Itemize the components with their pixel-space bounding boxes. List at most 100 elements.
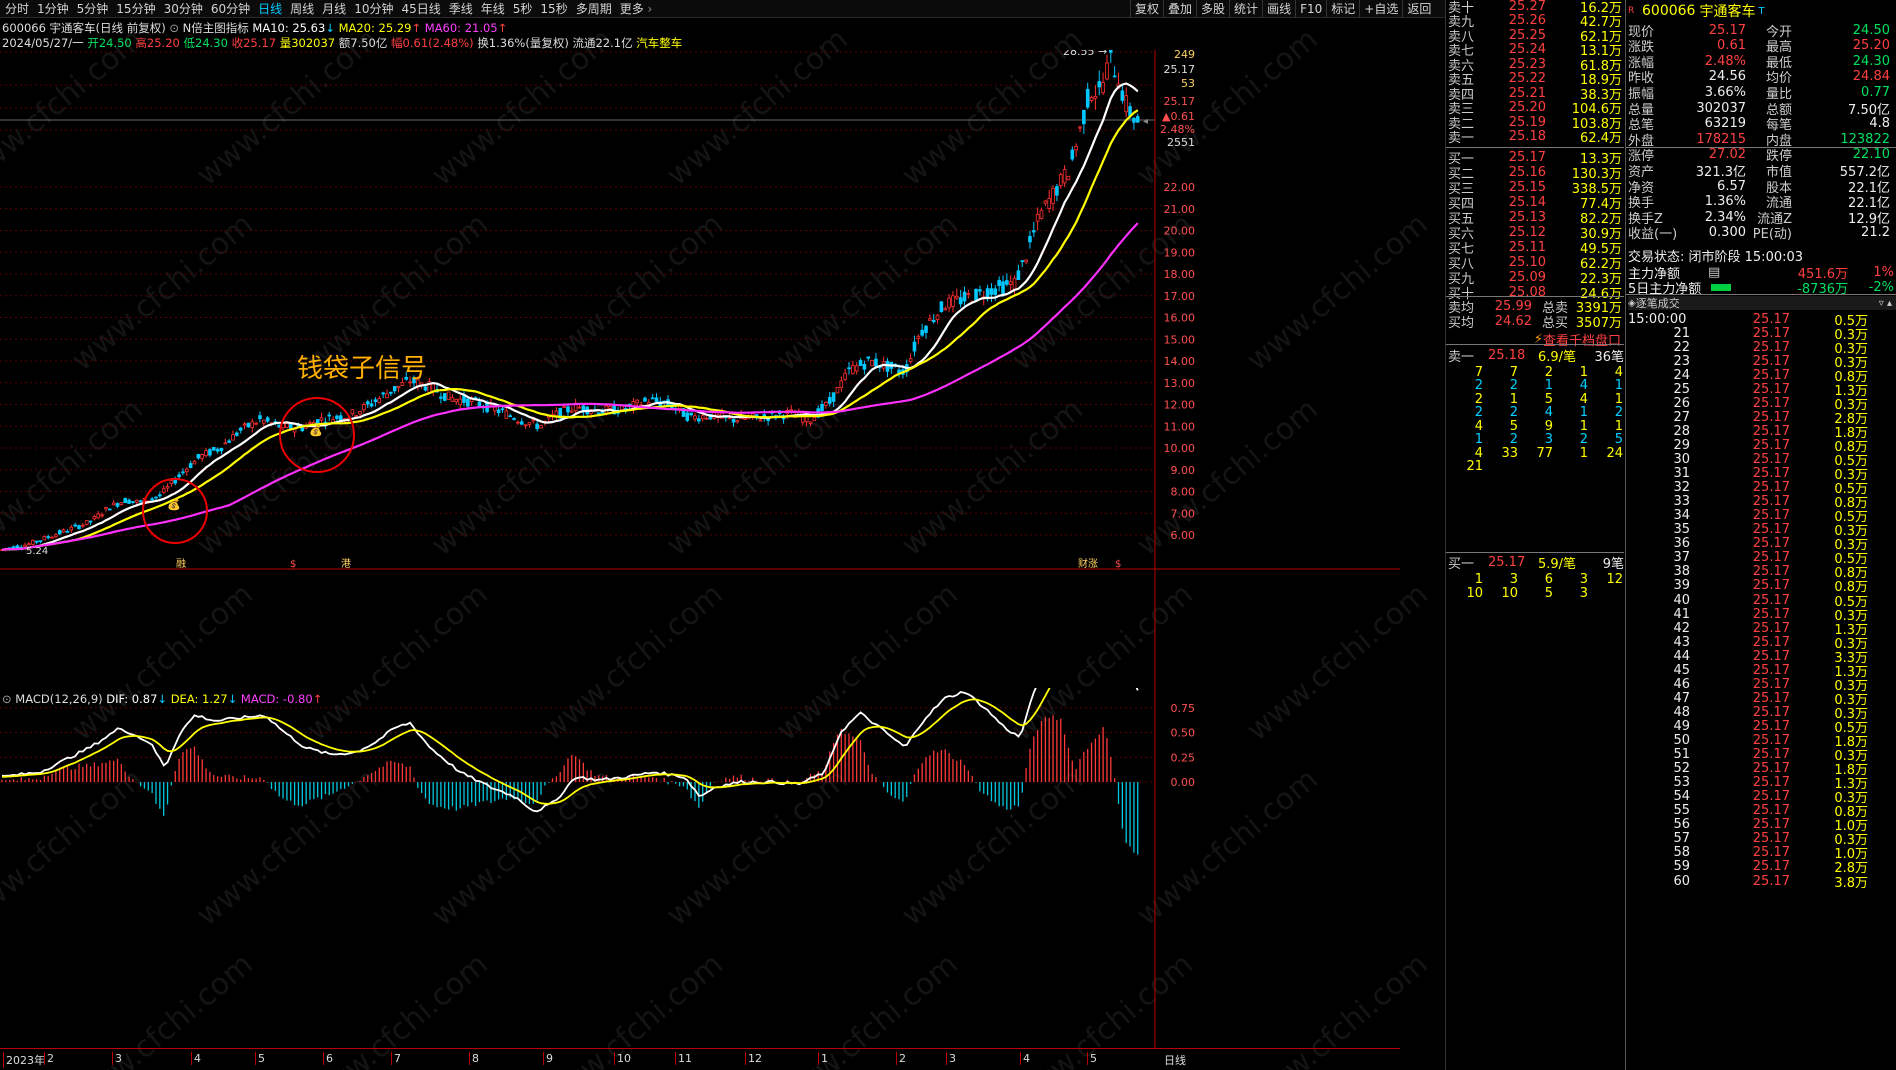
toolbar-button[interactable]: 复权 xyxy=(1130,0,1163,18)
candle-body xyxy=(158,494,162,497)
candle-body xyxy=(200,454,205,459)
price-axis-label: 13.00 xyxy=(1164,377,1196,390)
toolbar-button[interactable]: 统计 xyxy=(1229,0,1262,18)
candle-body xyxy=(115,503,120,507)
candle-body xyxy=(1005,280,1009,285)
toolbar-button[interactable]: F10 xyxy=(1295,0,1326,18)
settings-icon[interactable]: ⊙ xyxy=(2,692,12,706)
macd-chart[interactable]: 2.001.751.501.251.000.750.500.250.00 xyxy=(0,688,1400,1048)
toolbar-button[interactable]: +自选 xyxy=(1359,0,1402,18)
candle-body xyxy=(635,399,640,404)
candle-body xyxy=(211,446,216,451)
candle-body xyxy=(61,529,66,533)
period-tab[interactable]: 更多 xyxy=(615,0,656,17)
candle-body xyxy=(462,395,466,403)
toolbar-button[interactable]: 叠加 xyxy=(1163,0,1196,18)
indicator-name[interactable]: N倍主图指标 xyxy=(183,21,249,35)
candle-body xyxy=(231,434,235,441)
time-axis: 2023年 2 3 4 5 6 7 8 9 10 11 12 1 2 3 4 5 日线 xyxy=(0,1048,1400,1070)
candle-body xyxy=(677,406,682,409)
candle-body xyxy=(365,401,370,405)
settings-icon[interactable]: ⊙ xyxy=(169,21,179,35)
axis-tick-label: 8 xyxy=(469,1052,479,1065)
cell: 买均 xyxy=(1448,315,1475,331)
candle-body xyxy=(539,425,543,429)
event-marker[interactable]: $ xyxy=(1115,559,1121,570)
period-tab[interactable]: 30分钟 xyxy=(159,0,206,17)
divider xyxy=(1626,147,1896,148)
period-tab[interactable]: 15秒 xyxy=(535,0,570,17)
period-tab[interactable]: 45日线 xyxy=(396,0,443,17)
candle-body xyxy=(516,421,520,424)
period-tab[interactable]: 周线 xyxy=(285,0,317,17)
candle-body xyxy=(184,468,189,473)
candle-body xyxy=(1032,230,1036,233)
candle-body xyxy=(562,406,566,408)
candle-body xyxy=(689,412,693,416)
stock-code[interactable]: 600066 xyxy=(1642,3,1695,19)
kline-chart[interactable]: 💰💰钱袋子信号28.55 →5.24▪▪▪▪▪▪▪▪▪▪▪▪▪▪▪▪▪▪▪▪▪▪… xyxy=(0,50,1400,690)
money-bag-icon: 💰 xyxy=(309,424,323,437)
price-axis-label: 249 xyxy=(1174,50,1195,61)
candle-body xyxy=(920,329,924,336)
ticks-title[interactable]: 逐笔成交 xyxy=(1636,295,1680,311)
toolbar-button[interactable]: 标记 xyxy=(1326,0,1359,18)
candle-body xyxy=(1047,198,1052,209)
macd-axis-label: 0.25 xyxy=(1171,751,1196,764)
period-tab[interactable]: 5分钟 xyxy=(72,0,112,17)
cell: 24.56 xyxy=(1708,69,1746,85)
stock-title[interactable]: 600066 宇通客车(日线 前复权) xyxy=(2,21,166,35)
bar-high: 高25.20 xyxy=(135,36,180,50)
period-tab[interactable]: 60分钟 xyxy=(206,0,253,17)
period-tab[interactable]: 季线 xyxy=(444,0,476,17)
candle-body xyxy=(27,543,31,546)
candle-body xyxy=(261,419,266,424)
period-tab[interactable]: 年线 xyxy=(476,0,508,17)
candle-body xyxy=(104,507,108,510)
candle-body xyxy=(847,367,851,370)
stock-name[interactable]: 宇通客车 xyxy=(1699,1,1755,21)
price-axis-label: 16.00 xyxy=(1164,312,1196,325)
axis-tick-label: 6 xyxy=(323,1052,333,1065)
period-label[interactable]: 日线 xyxy=(1164,1052,1186,1068)
candle-body xyxy=(939,301,944,312)
period-tab[interactable]: 多周期 xyxy=(571,0,615,17)
event-marker[interactable]: 港 xyxy=(341,558,351,570)
axis-tick-label: 3 xyxy=(112,1052,122,1065)
candle-body xyxy=(362,404,366,411)
event-marker[interactable]: 财 xyxy=(1078,557,1088,570)
candle-body xyxy=(1001,281,1005,294)
toolbar-button[interactable]: 多股 xyxy=(1196,0,1229,18)
candle-body xyxy=(731,418,736,423)
candle-body xyxy=(931,319,936,323)
candle-body xyxy=(523,424,528,427)
period-tab[interactable]: 15分钟 xyxy=(111,0,158,17)
event-marker[interactable]: $ xyxy=(290,559,296,570)
period-tab[interactable]: 日线 xyxy=(253,0,285,17)
candle-body xyxy=(512,418,516,420)
period-tab[interactable]: 月线 xyxy=(317,0,349,17)
period-tab[interactable]: 10分钟 xyxy=(349,0,396,17)
bar-date: 2024/05/27/一 xyxy=(2,36,84,50)
expand-icon[interactable]: ▿ ▴ xyxy=(1879,298,1892,309)
price-axis-label: 18.00 xyxy=(1164,268,1196,281)
candle-body xyxy=(219,447,224,452)
axis-tick-label: 2023年 xyxy=(3,1052,45,1068)
toolbar-button[interactable]: 返回 xyxy=(1402,0,1435,18)
divider xyxy=(1446,147,1624,148)
period-tab[interactable]: 5秒 xyxy=(508,0,536,17)
event-marker[interactable]: 融 xyxy=(176,558,186,570)
candle-body xyxy=(947,297,951,309)
toolbar-button[interactable]: 画线 xyxy=(1262,0,1295,18)
period-tab[interactable]: 1分钟 xyxy=(32,0,72,17)
candle-body xyxy=(385,393,389,399)
candle-body xyxy=(377,398,382,403)
candle-body xyxy=(851,365,855,374)
macd-label[interactable]: MACD(12,26,9) xyxy=(15,692,102,706)
period-tab[interactable]: 分时 xyxy=(0,0,32,17)
price-axis-label: 10.00 xyxy=(1164,442,1196,455)
axis-tick-label: 11 xyxy=(675,1052,692,1065)
event-marker[interactable]: 涨 xyxy=(1088,558,1098,570)
panel-row: 交易状态: 闭市阶段 15:00:03 xyxy=(1628,246,1896,265)
bar-sector[interactable]: 汽车整车 xyxy=(636,36,682,50)
